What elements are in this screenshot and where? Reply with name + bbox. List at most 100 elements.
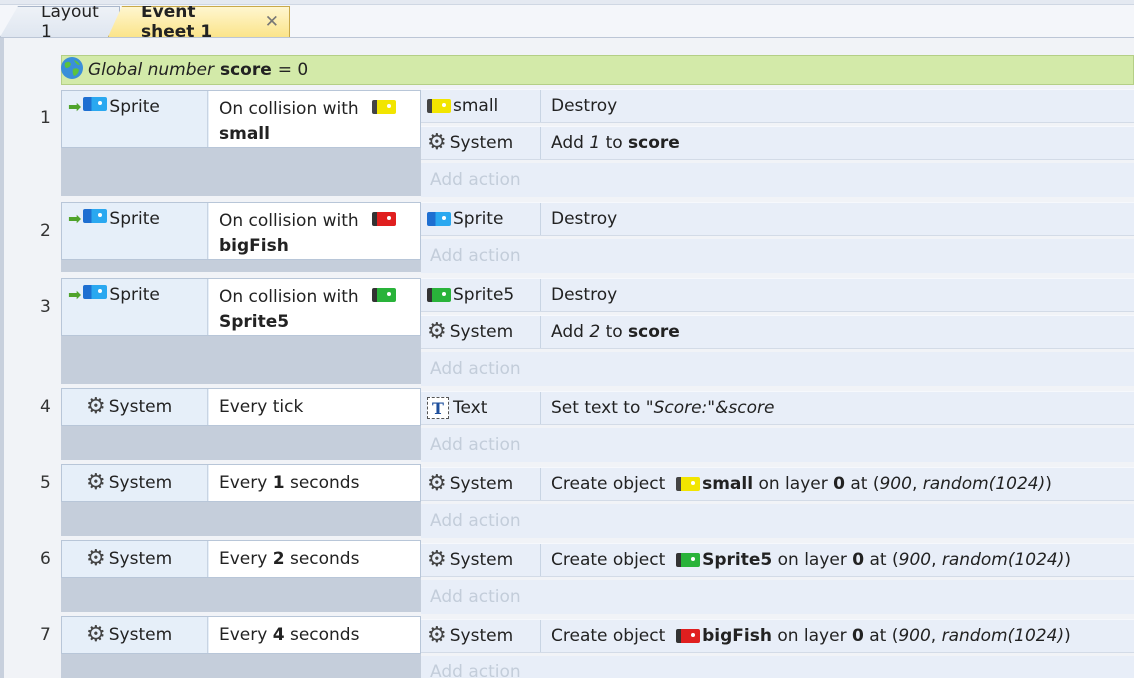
gear-icon: ⚙ (86, 470, 106, 495)
global-variable-row[interactable]: Global number score = 0 (61, 55, 1134, 85)
condition-row[interactable]: ➡ Sprite On collision with Sprite5 (61, 278, 421, 336)
add-action-button[interactable]: Add action (421, 239, 1134, 273)
action-label: Add (551, 322, 584, 342)
condition-text[interactable]: On collision with bigFish (209, 203, 420, 259)
event-sheet: Global number score = 0 1 ➡ Sprite On co… (0, 38, 1134, 678)
small-icon (676, 477, 701, 491)
condition-label: Every (219, 548, 268, 569)
action-label: Create object (551, 550, 666, 570)
action-label: Create object (551, 474, 666, 494)
action-object[interactable]: Sprite5 (421, 279, 541, 311)
action-text[interactable]: Set text to "Score:"&score (541, 392, 1134, 424)
add-action-button[interactable]: Add action (421, 580, 1134, 614)
action-x: 900 (879, 474, 912, 494)
trigger-arrow-icon: ➡ (68, 209, 82, 228)
add-action-button[interactable]: Add action (421, 163, 1134, 197)
action-row[interactable]: ⚙ System Add 1 to score (421, 126, 1134, 160)
action-row[interactable]: small Destroy (421, 89, 1134, 123)
add-action-button[interactable]: Add action (421, 504, 1134, 538)
condition-number: 4 (272, 624, 285, 645)
condition-row[interactable]: ➡ Sprite On collision with bigFish (61, 202, 421, 260)
action-text[interactable]: Create object Sprite5 on layer 0 at (900… (541, 544, 1134, 576)
event-2-block: ➡ Sprite On collision with bigFish (61, 202, 421, 272)
condition-object[interactable]: ⚙ System (62, 465, 208, 501)
close-icon[interactable]: ✕ (265, 12, 279, 32)
condition-label: seconds (289, 624, 360, 645)
condition-object[interactable]: ⚙ System (62, 617, 208, 653)
action-label: Add (551, 133, 584, 153)
action-object[interactable]: ⚙ System (421, 544, 541, 576)
bigfish-icon (372, 212, 397, 226)
add-action-button[interactable]: Add action (421, 352, 1134, 386)
global-name: score (219, 60, 272, 80)
action-text[interactable]: Destroy (541, 90, 1134, 122)
condition-row[interactable]: ⚙ System Every tick (61, 388, 421, 426)
tab-layout-1[interactable]: Layout 1 (0, 6, 120, 37)
action-label: to (605, 133, 623, 153)
action-text[interactable]: Create object small on layer 0 at (900, … (541, 468, 1134, 500)
sprite5-icon (676, 553, 701, 567)
action-text[interactable]: Add 2 to score (541, 316, 1134, 348)
action-row[interactable]: Sprite5 Destroy (421, 278, 1134, 312)
action-object-name: Sprite5 (453, 285, 515, 305)
condition-number: 2 (272, 548, 285, 569)
action-label: Set text to (551, 398, 641, 418)
event-number: 2 (40, 221, 51, 241)
condition-text[interactable]: On collision with small (209, 91, 420, 147)
action-object[interactable]: small (421, 90, 541, 122)
condition-object[interactable]: ➡ Sprite (62, 279, 208, 335)
event-3-block: ➡ Sprite On collision with Sprite5 (61, 278, 421, 384)
action-object[interactable]: T Text (421, 392, 541, 424)
condition-object[interactable]: ➡ Sprite (62, 203, 208, 259)
add-action-button[interactable]: Add action (421, 428, 1134, 462)
action-text[interactable]: Destroy (541, 203, 1134, 235)
gutter-border (0, 38, 4, 678)
action-row[interactable]: ⚙ System Create object Sprite5 on layer 0… (421, 543, 1134, 577)
tab-label: Event sheet 1 (141, 2, 213, 42)
condition-object-name: Sprite (109, 285, 160, 305)
action-object-name: System (449, 626, 514, 646)
trigger-arrow-icon: ➡ (68, 97, 82, 116)
action-label: Create object (551, 626, 666, 646)
action-close: ) (1064, 626, 1071, 646)
action-row[interactable]: T Text Set text to "Score:"&score (421, 391, 1134, 425)
globe-icon (61, 57, 83, 79)
condition-row[interactable]: ⚙ System Every 2 seconds (61, 540, 421, 578)
condition-row[interactable]: ⚙ System Every 1 seconds (61, 464, 421, 502)
condition-text[interactable]: Every 2 seconds (209, 541, 420, 577)
condition-row[interactable]: ⚙ System Every 4 seconds (61, 616, 421, 654)
condition-object[interactable]: ⚙ System (62, 541, 208, 577)
condition-text[interactable]: Every tick (209, 389, 420, 425)
action-object[interactable]: ⚙ System (421, 620, 541, 652)
condition-text[interactable]: Every 1 seconds (209, 465, 420, 501)
action-row[interactable]: ⚙ System Create object bigFish on layer 0… (421, 619, 1134, 653)
action-comma: , (911, 474, 918, 494)
action-layer: 0 (852, 550, 865, 570)
condition-text[interactable]: On collision with Sprite5 (209, 279, 420, 335)
condition-object[interactable]: ⚙ System (62, 389, 208, 425)
action-text[interactable]: Create object bigFish on layer 0 at (900… (541, 620, 1134, 652)
tab-event-sheet-1[interactable]: Event sheet 1 ✕ (108, 6, 290, 37)
action-layer: 0 (851, 626, 864, 646)
action-target: Sprite5 (702, 550, 773, 570)
action-label: at ( (869, 626, 899, 646)
action-text[interactable]: Destroy (541, 279, 1134, 311)
action-text[interactable]: Add 1 to score (541, 127, 1134, 159)
action-row[interactable]: Sprite Destroy (421, 202, 1134, 236)
action-object[interactable]: ⚙ System (421, 468, 541, 500)
condition-object-name: Sprite (109, 209, 160, 229)
condition-row[interactable]: ➡ Sprite On collision with small (61, 90, 421, 148)
condition-object[interactable]: ➡ Sprite (62, 91, 208, 147)
action-object[interactable]: ⚙ System (421, 127, 541, 159)
event-1-block: ➡ Sprite On collision with small (61, 90, 421, 196)
event-number: 3 (40, 297, 51, 317)
action-variable: score (628, 133, 680, 153)
action-object[interactable]: ⚙ System (421, 316, 541, 348)
action-row[interactable]: ⚙ System Create object small on layer 0 a… (421, 467, 1134, 501)
action-object-name: System (449, 550, 514, 570)
action-row[interactable]: ⚙ System Add 2 to score (421, 315, 1134, 349)
condition-text[interactable]: Every 4 seconds (209, 617, 420, 653)
condition-label: Every (219, 472, 268, 493)
add-action-button[interactable]: Add action (421, 656, 1134, 678)
action-object[interactable]: Sprite (421, 203, 541, 235)
